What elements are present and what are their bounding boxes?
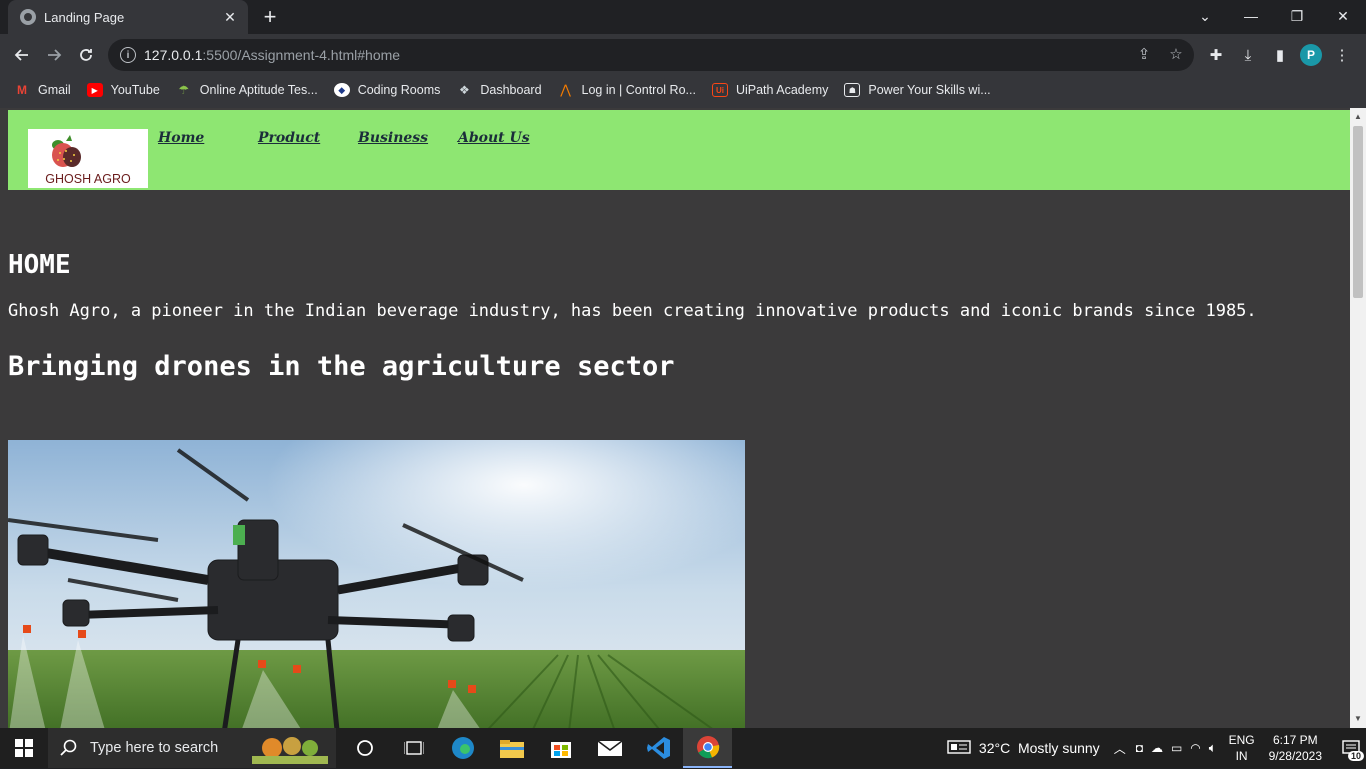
meet-now-icon[interactable]: ◘ (1136, 741, 1143, 755)
bookmark-coding-rooms[interactable]: ◆ Coding Rooms (333, 83, 440, 97)
bookmark-aptitude[interactable]: ☂ Online Aptitude Tes... (176, 83, 317, 97)
taskbar-apps (340, 728, 732, 768)
minimize-button[interactable]: — (1228, 0, 1274, 32)
edge-icon[interactable] (438, 728, 487, 768)
new-tab-button[interactable]: + (258, 4, 282, 30)
weather-text[interactable]: 32°C Mostly sunny (979, 740, 1100, 756)
download-icon[interactable]: ⤓ (1236, 42, 1260, 68)
bookmark-gmail[interactable]: M Gmail (14, 83, 71, 97)
url-host: 127.0.0.1 (144, 47, 203, 63)
intro-paragraph: Ghosh Agro, a pioneer in the Indian beve… (8, 301, 1257, 321)
gmail-icon: M (17, 83, 27, 97)
site-logo[interactable]: GHOSH AGRO (28, 129, 148, 188)
bookmark-star-icon[interactable]: ☆ (1166, 45, 1186, 63)
chevron-up-icon[interactable]: ︿ (1114, 740, 1126, 757)
page-viewport: GHOSH AGRO Home Product Business About U… (0, 108, 1350, 728)
youtube-icon: ▶ (86, 83, 103, 97)
forward-button[interactable] (41, 42, 67, 68)
mail-icon[interactable] (585, 728, 634, 768)
coding-rooms-icon: ◆ (333, 83, 350, 97)
nav-link-home[interactable]: Home (158, 130, 204, 146)
info-icon[interactable]: i (120, 47, 136, 63)
site-navbar: GHOSH AGRO Home Product Business About U… (8, 110, 1350, 190)
arrow-left-icon (14, 49, 28, 61)
search-highlight-icon (252, 732, 328, 769)
aptitude-icon: ☂ (178, 83, 190, 97)
battery-icon[interactable]: ▭ (1171, 741, 1182, 755)
search-placeholder: Type here to search (90, 740, 219, 756)
window-controls: ⌄ — ❐ ✕ (1182, 0, 1366, 34)
chrome-icon[interactable] (683, 728, 732, 768)
bookmark-dashboard[interactable]: ❖ Dashboard (456, 83, 542, 97)
scroll-down-icon[interactable]: ▼ (1350, 712, 1366, 726)
tab-search-button[interactable]: ⌄ (1182, 0, 1228, 32)
windows-taskbar: Type here to search 32°C Mostly sunny ︿ … (0, 728, 1366, 768)
windows-logo-icon (15, 739, 33, 757)
close-window-button[interactable]: ✕ (1320, 0, 1366, 32)
nav-link-product[interactable]: Product (258, 130, 320, 146)
reload-button[interactable] (73, 42, 99, 68)
page-scrollbar[interactable]: ▲ ▼ (1350, 108, 1366, 728)
cortana-icon[interactable] (340, 728, 389, 768)
back-button[interactable] (9, 42, 35, 68)
dashboard-icon: ❖ (458, 83, 470, 97)
search-icon (60, 739, 77, 756)
bookmark-uipath[interactable]: Ui UiPath Academy (711, 83, 828, 97)
bookmark-youtube[interactable]: ▶ YouTube (86, 83, 160, 97)
nav-link-business[interactable]: Business (358, 130, 428, 146)
reload-icon (80, 49, 92, 61)
profile-avatar[interactable]: P (1300, 44, 1322, 66)
extensions-icon[interactable]: ✚ (1204, 42, 1228, 68)
tab-strip: Landing Page ✕ + ⌄ — ❐ ✕ (0, 0, 1366, 34)
notification-count: 10 (1347, 751, 1364, 761)
vscode-icon[interactable] (634, 728, 683, 768)
uipath-icon: Ui (711, 83, 728, 97)
section-heading: Bringing drones in the agriculture secto… (8, 351, 675, 382)
bookmarks-bar: M Gmail ▶ YouTube ☂ Online Aptitude Tes.… (0, 76, 1366, 104)
file-explorer-icon[interactable] (487, 728, 536, 768)
side-panel-icon[interactable]: ▮ (1268, 42, 1292, 68)
strawberry-logo-icon (52, 135, 81, 167)
taskbar-search[interactable]: Type here to search (48, 728, 336, 768)
drone-hero-image (8, 440, 745, 728)
bookmark-power-skills[interactable]: ☗ Power Your Skills wi... (844, 83, 991, 97)
close-tab-icon[interactable]: ✕ (218, 9, 242, 26)
wifi-icon[interactable]: ◠ (1190, 741, 1200, 755)
start-button[interactable] (0, 728, 48, 768)
tab-title: Landing Page (44, 9, 125, 25)
scroll-up-icon[interactable]: ▲ (1350, 110, 1366, 124)
globe-icon (20, 9, 36, 25)
home-section: HOME Ghosh Agro, a pioneer in the Indian… (8, 250, 1342, 382)
arrow-right-icon (48, 49, 62, 61)
microsoft-store-icon[interactable] (536, 728, 585, 768)
url-path: :5500/Assignment-4.html#home (202, 47, 401, 63)
address-bar[interactable]: i 127.0.0.1 :5500/Assignment-4.html#home… (108, 39, 1194, 71)
onedrive-icon[interactable]: ☁ (1151, 741, 1163, 755)
volume-icon[interactable]: 🔈︎ (1209, 740, 1217, 756)
menu-icon[interactable]: ⋮ (1330, 42, 1354, 68)
page-title: HOME (8, 250, 71, 280)
weather-icon[interactable] (947, 739, 971, 758)
browser-tab[interactable]: Landing Page ✕ (8, 0, 248, 34)
task-view-icon[interactable] (389, 728, 438, 768)
clock[interactable]: 6:17 PM 9/28/2023 (1269, 732, 1322, 764)
browser-toolbar: i 127.0.0.1 :5500/Assignment-4.html#home… (0, 34, 1366, 76)
scroll-thumb[interactable] (1353, 126, 1363, 298)
language-indicator[interactable]: ENG IN (1229, 732, 1255, 764)
bookmark-control-room[interactable]: ⋀ Log in | Control Ro... (558, 82, 696, 97)
control-room-icon: ⋀ (560, 82, 571, 97)
nav-link-about-us[interactable]: About Us (458, 130, 530, 146)
logo-text: GHOSH AGRO (45, 172, 131, 186)
system-tray: 32°C Mostly sunny ︿ ◘ ☁ ▭ ◠ 🔈︎ ENG IN 6:… (947, 728, 1366, 768)
power-skills-icon: ☗ (844, 83, 861, 97)
restore-button[interactable]: ❐ (1274, 0, 1320, 32)
share-icon[interactable]: ⇪ (1134, 45, 1154, 63)
notification-center-icon[interactable]: 10 (1336, 728, 1366, 768)
